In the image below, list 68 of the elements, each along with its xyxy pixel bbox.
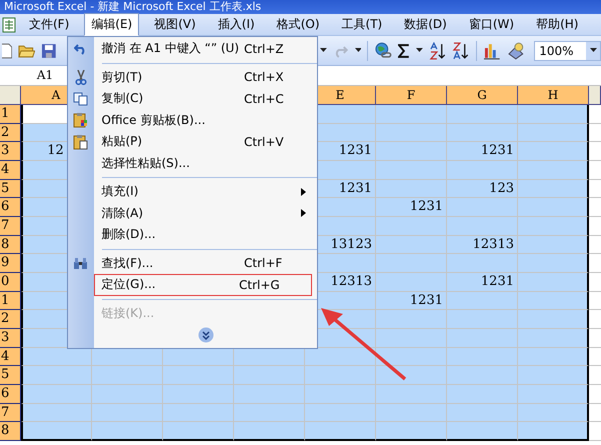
row-header[interactable]: 3 [0, 328, 21, 348]
new-document-icon[interactable] [2, 42, 12, 58]
menu-item[interactable]: 视图(V) [147, 13, 203, 36]
row-header[interactable]: 6 [0, 384, 21, 404]
spreadsheet-icon[interactable] [2, 16, 16, 32]
row-header[interactable]: 5 [0, 180, 21, 198]
table-cell: 1231 [376, 198, 447, 217]
menu-item[interactable]: 编辑(E) [84, 13, 140, 36]
dropdown-caret-icon[interactable] [416, 48, 423, 53]
column-header[interactable]: F [376, 86, 447, 105]
dropdown-caret-icon[interactable] [354, 48, 362, 53]
row-header[interactable]: 6 [0, 198, 21, 217]
sort-descending-icon[interactable] [452, 42, 470, 60]
column-header[interactable]: G [447, 86, 518, 105]
table-cell: 123 [447, 180, 518, 198]
sort-ascending-icon[interactable] [428, 42, 446, 60]
menu-item[interactable]: 数据(D) [397, 13, 454, 36]
menu-item[interactable]: 文件(F) [22, 13, 76, 36]
undo-icon [74, 42, 88, 55]
menu-option[interactable]: 查找(F)... Ctrl+F [94, 252, 317, 274]
row-header[interactable]: 1 [0, 105, 21, 124]
row-header[interactable]: 7 [0, 404, 21, 422]
scissors-icon [74, 70, 86, 85]
folder-icon[interactable] [18, 43, 36, 58]
bar-chart-icon[interactable] [482, 42, 501, 60]
submenu-arrow-icon [300, 209, 306, 218]
menu-option[interactable]: 清除(A) [94, 202, 317, 224]
menu-option[interactable]: 定位(G)... Ctrl+G [94, 274, 312, 296]
table-cell: 1231 [447, 272, 518, 292]
menu-option[interactable]: Office 剪贴板(B)... [94, 110, 317, 131]
row-header[interactable]: 1 [0, 292, 21, 310]
menu-item[interactable]: 插入(I) [210, 13, 262, 36]
row-header[interactable]: 4 [0, 160, 21, 180]
window-title: Microsoft Excel - 新建 Microsoft Excel 工作表.xls [0, 0, 601, 14]
row-header[interactable]: 8 [0, 422, 21, 441]
header-filler [589, 86, 601, 105]
menu-item[interactable]: 窗口(W) [462, 13, 522, 36]
dropdown-caret-icon[interactable] [320, 48, 327, 53]
paste-icon [72, 134, 88, 150]
select-all-corner[interactable] [0, 86, 21, 105]
row-header[interactable]: 0 [0, 272, 21, 292]
row-header[interactable]: 3 [0, 142, 21, 161]
table-cell: 1231 [447, 142, 518, 161]
row-header[interactable]: 5 [0, 366, 21, 385]
column-header[interactable]: H [518, 86, 589, 105]
menu-item[interactable]: 工具(T) [334, 13, 390, 36]
table-cell: 12313 [447, 236, 518, 254]
caret-icon[interactable] [590, 48, 596, 53]
menu-option[interactable]: 剪切(T) Ctrl+X [94, 66, 317, 88]
clipboard-icon [72, 112, 88, 128]
row-header[interactable]: 2 [0, 124, 21, 142]
menu-item[interactable]: 格式(O) [270, 13, 327, 36]
sum-icon[interactable] [398, 44, 410, 58]
globe-link-icon[interactable] [374, 42, 392, 60]
row-header[interactable]: 8 [0, 236, 21, 254]
menu-item[interactable]: 帮助(H) [529, 13, 586, 36]
binoculars-icon [73, 256, 88, 270]
row-header[interactable]: 7 [0, 216, 21, 236]
menu-option[interactable]: 撤消 在 A1 中键入 “” (U) Ctrl+Z [94, 38, 317, 60]
row-header[interactable]: 2 [0, 310, 21, 329]
copy-icon [72, 92, 88, 106]
expand-chevron-icon[interactable] [198, 327, 214, 343]
row-header[interactable]: 9 [0, 254, 21, 273]
submenu-arrow-icon [300, 188, 306, 196]
zoom-field[interactable]: 100% [534, 40, 601, 60]
shapes-icon[interactable] [506, 42, 524, 60]
table-cell: 1231 [376, 292, 447, 310]
row-header[interactable]: 4 [0, 348, 21, 366]
